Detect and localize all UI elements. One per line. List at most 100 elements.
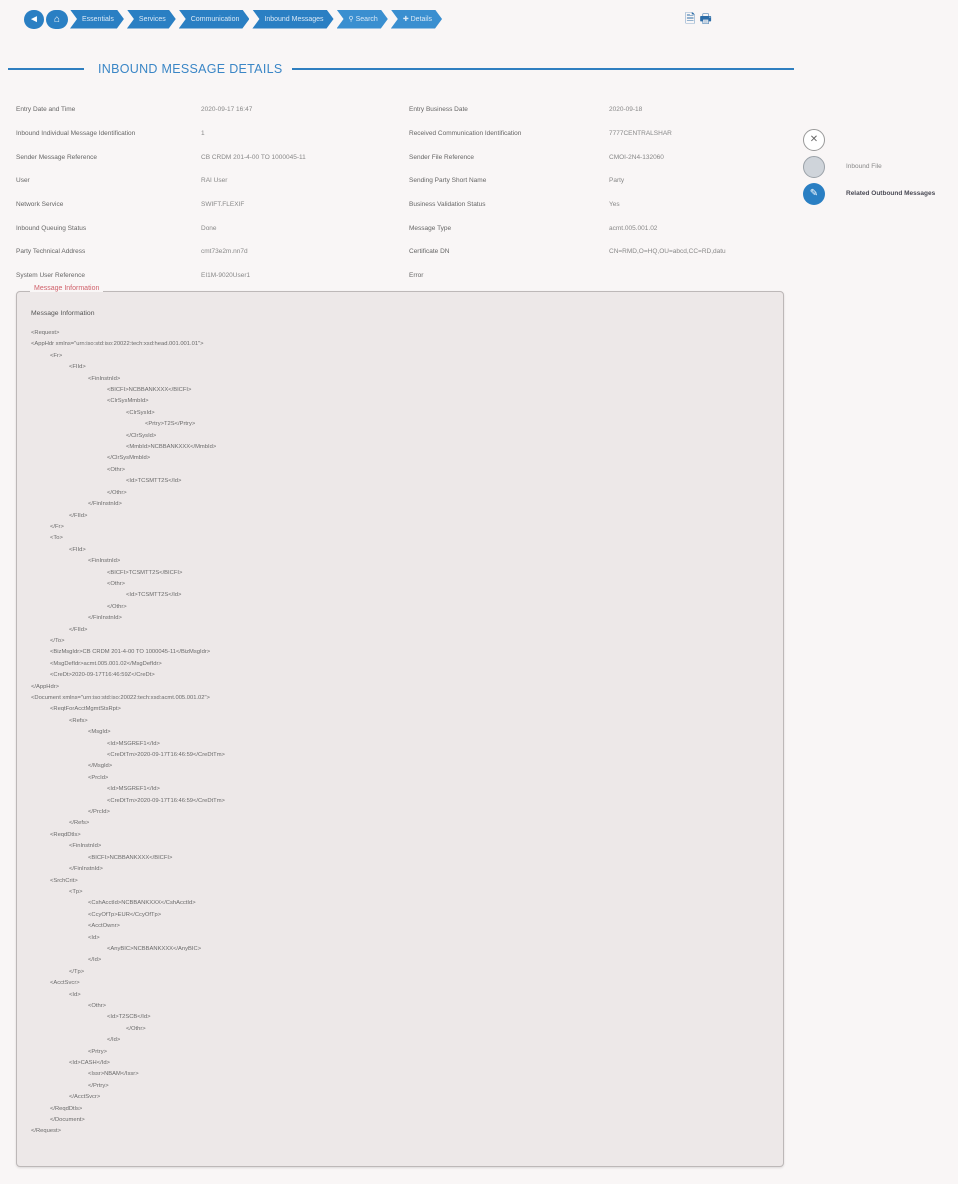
xml-line: <FinInstnId>	[69, 843, 102, 850]
search-icon: ⚲	[348, 16, 356, 23]
xml-line: </PrcId>	[88, 809, 110, 816]
xml-line: </FIId>	[69, 512, 88, 519]
title-divider	[8, 68, 84, 70]
xml-line: <Id>T2SCB</Id>	[107, 1014, 151, 1021]
xml-line: <BizMsgIdr>CB CRDM 201-4-00 TO 1000045-1…	[50, 649, 211, 656]
link-icon[interactable]: ✎	[803, 182, 825, 205]
detail-row: Network Service SWIFT.FLEXIF Business Va…	[16, 193, 786, 217]
xml-line: <Prtry>T2S</Prtry>	[145, 421, 196, 428]
xml-line: <Issr>NBAM</Issr>	[88, 1071, 139, 1078]
side-item-related-outbound[interactable]: ✎ Related Outbound Messages	[803, 180, 958, 207]
field-label: Inbound Individual Message Identificatio…	[16, 130, 136, 138]
home-icon[interactable]: ⌂	[46, 9, 68, 29]
file-circle-icon[interactable]	[803, 155, 825, 178]
field-label: User	[16, 177, 30, 185]
field-value: Yes	[609, 201, 620, 209]
xml-line: </Id>	[107, 1037, 121, 1044]
xml-line: <Othr>	[107, 466, 126, 473]
xml-line: </Id>	[88, 957, 102, 964]
xml-line: <MsgId>	[88, 729, 111, 736]
xml-line: </MsgId>	[88, 763, 113, 770]
xml-line: <ClrSysMmbId>	[107, 398, 149, 405]
page-title: INBOUND MESSAGE DETAILS	[98, 62, 283, 76]
field-value: 1	[201, 130, 205, 138]
field-value: EI1M-9020User1	[201, 272, 251, 280]
side-item-inbound-file[interactable]: Inbound File	[803, 153, 958, 180]
details-grid: Entry Date and Time 2020-09-17 16:47 Ent…	[16, 98, 786, 288]
xml-line: </AcctSvcr>	[69, 1094, 101, 1101]
field-label: Entry Business Date	[409, 106, 468, 114]
detail-row: Party Technical Address cmt73e2m.nn7d Ce…	[16, 240, 786, 264]
back-arrow-icon[interactable]: ◄	[24, 9, 44, 29]
xml-line: <AcctOwnr>	[88, 923, 120, 930]
breadcrumb-item-inbound-messages[interactable]: Inbound Messages	[252, 10, 333, 29]
xml-line: <MsgDefIdr>acmt.005.001.02</MsgDefIdr>	[50, 660, 162, 667]
detail-row: Inbound Queuing Status Done Message Type…	[16, 216, 786, 240]
xml-line: <AcctSvcr>	[50, 980, 80, 987]
field-value: SWIFT.FLEXIF	[201, 201, 245, 209]
xml-line: <To>	[50, 535, 63, 542]
xml-line: <FinInstnId>	[88, 558, 121, 565]
field-value: 2020-09-18	[609, 106, 643, 114]
field-label: Received Communication Identification	[409, 130, 522, 138]
toolbar-icons: 🗎 🖶	[685, 10, 712, 32]
breadcrumb-item-communication[interactable]: Communication	[179, 10, 250, 29]
xml-line: <Id>CASH</Id>	[69, 1060, 110, 1066]
xml-line: <Othr>	[107, 580, 126, 587]
xml-line: </Prtry>	[88, 1082, 109, 1089]
field-label: Sending Party Short Name	[409, 177, 487, 185]
message-information-legend: Message Information	[30, 285, 104, 292]
xml-line: </Othr>	[107, 603, 127, 610]
xml-line: <CcyOfTp>EUR</CcyOfTp>	[88, 911, 162, 918]
field-label: Message Type	[409, 224, 452, 232]
xml-line: <SrchCrit>	[50, 877, 78, 884]
field-value: CB CRDM 201-4-00 TO 1000045-11	[201, 153, 306, 161]
field-label: Certificate DN	[409, 248, 450, 256]
xml-line: <Prtry>	[88, 1048, 108, 1055]
xml-line: <AppHdr xmlns="urn:iso:std:iso:20022:tec…	[31, 341, 204, 348]
xml-line: </ClrSysMmbId>	[107, 455, 151, 462]
xml-line: <Id>TCSMTT2S</Id>	[126, 478, 182, 485]
xml-line: <CshAcctId>NCBBANKXXX</CshAcctId>	[88, 900, 196, 907]
xml-line: </ClrSysId>	[126, 432, 157, 439]
xml-line: <Othr>	[88, 1002, 107, 1009]
details-icon: ✚	[402, 16, 411, 23]
xml-line: </Othr>	[107, 489, 127, 496]
xml-line: <FinInstnId>	[88, 375, 121, 382]
print-icon[interactable]: 🖶	[699, 10, 711, 32]
xml-line: <Tp>	[69, 888, 83, 895]
breadcrumb: ◄ ⌂ Essentials Services Communication In…	[24, 8, 445, 30]
title-divider	[292, 68, 794, 70]
xml-line: <ClrSysId>	[126, 409, 155, 416]
xml-line: </Fr>	[50, 523, 64, 530]
side-item-label: Inbound File	[846, 163, 882, 170]
message-information-box: Message Information <Request> <AppHdr xml…	[16, 291, 784, 1167]
xml-line: <BICFI>NCBBANKXXX</BICFI>	[88, 854, 173, 861]
xml-line: <CreDt>2020-09-17T16:46:59Z</CreDt>	[50, 672, 155, 679]
breadcrumb-search[interactable]: ⚲ Search	[337, 10, 388, 29]
field-label: Inbound Queuing Status	[16, 224, 87, 232]
xml-line: <CreDtTm>2020-09-17T16:46:59</CreDtTm>	[107, 797, 225, 804]
xml-line: </Request>	[31, 1128, 61, 1135]
xml-line: <Id>MSGREF1</Id>	[107, 740, 160, 747]
export-icon[interactable]: 🗎	[685, 10, 695, 32]
field-value: acmt.005.001.02	[609, 224, 658, 232]
xml-line: </FIId>	[69, 626, 88, 633]
xml-line: </AppHdr>	[31, 683, 60, 690]
breadcrumb-item-services[interactable]: Services	[127, 10, 176, 29]
field-label: Sender Message Reference	[16, 153, 97, 161]
field-label: Error	[409, 272, 424, 280]
breadcrumb-item-essentials[interactable]: Essentials	[70, 10, 124, 29]
xml-line: <MmbId>NCBBANKXXX</MmbId>	[126, 444, 217, 451]
field-label: Network Service	[16, 201, 64, 209]
xml-line: <AnyBIC>NCBBANKXXX</AnyBIC>	[107, 945, 202, 952]
field-value: CMOI-2N4-132060	[609, 153, 664, 161]
xml-line: </Othr>	[126, 1025, 146, 1032]
close-icon[interactable]: ✕	[803, 128, 825, 151]
field-value: 2020-09-17 16:47	[201, 106, 253, 114]
side-item-close[interactable]: ✕	[803, 126, 958, 153]
breadcrumb-details[interactable]: ✚ Details	[391, 10, 442, 29]
detail-row: System User Reference EI1M-9020User1 Err…	[16, 264, 786, 288]
field-value: RAI User	[201, 177, 228, 185]
breadcrumb-details-label: Details	[410, 15, 433, 23]
